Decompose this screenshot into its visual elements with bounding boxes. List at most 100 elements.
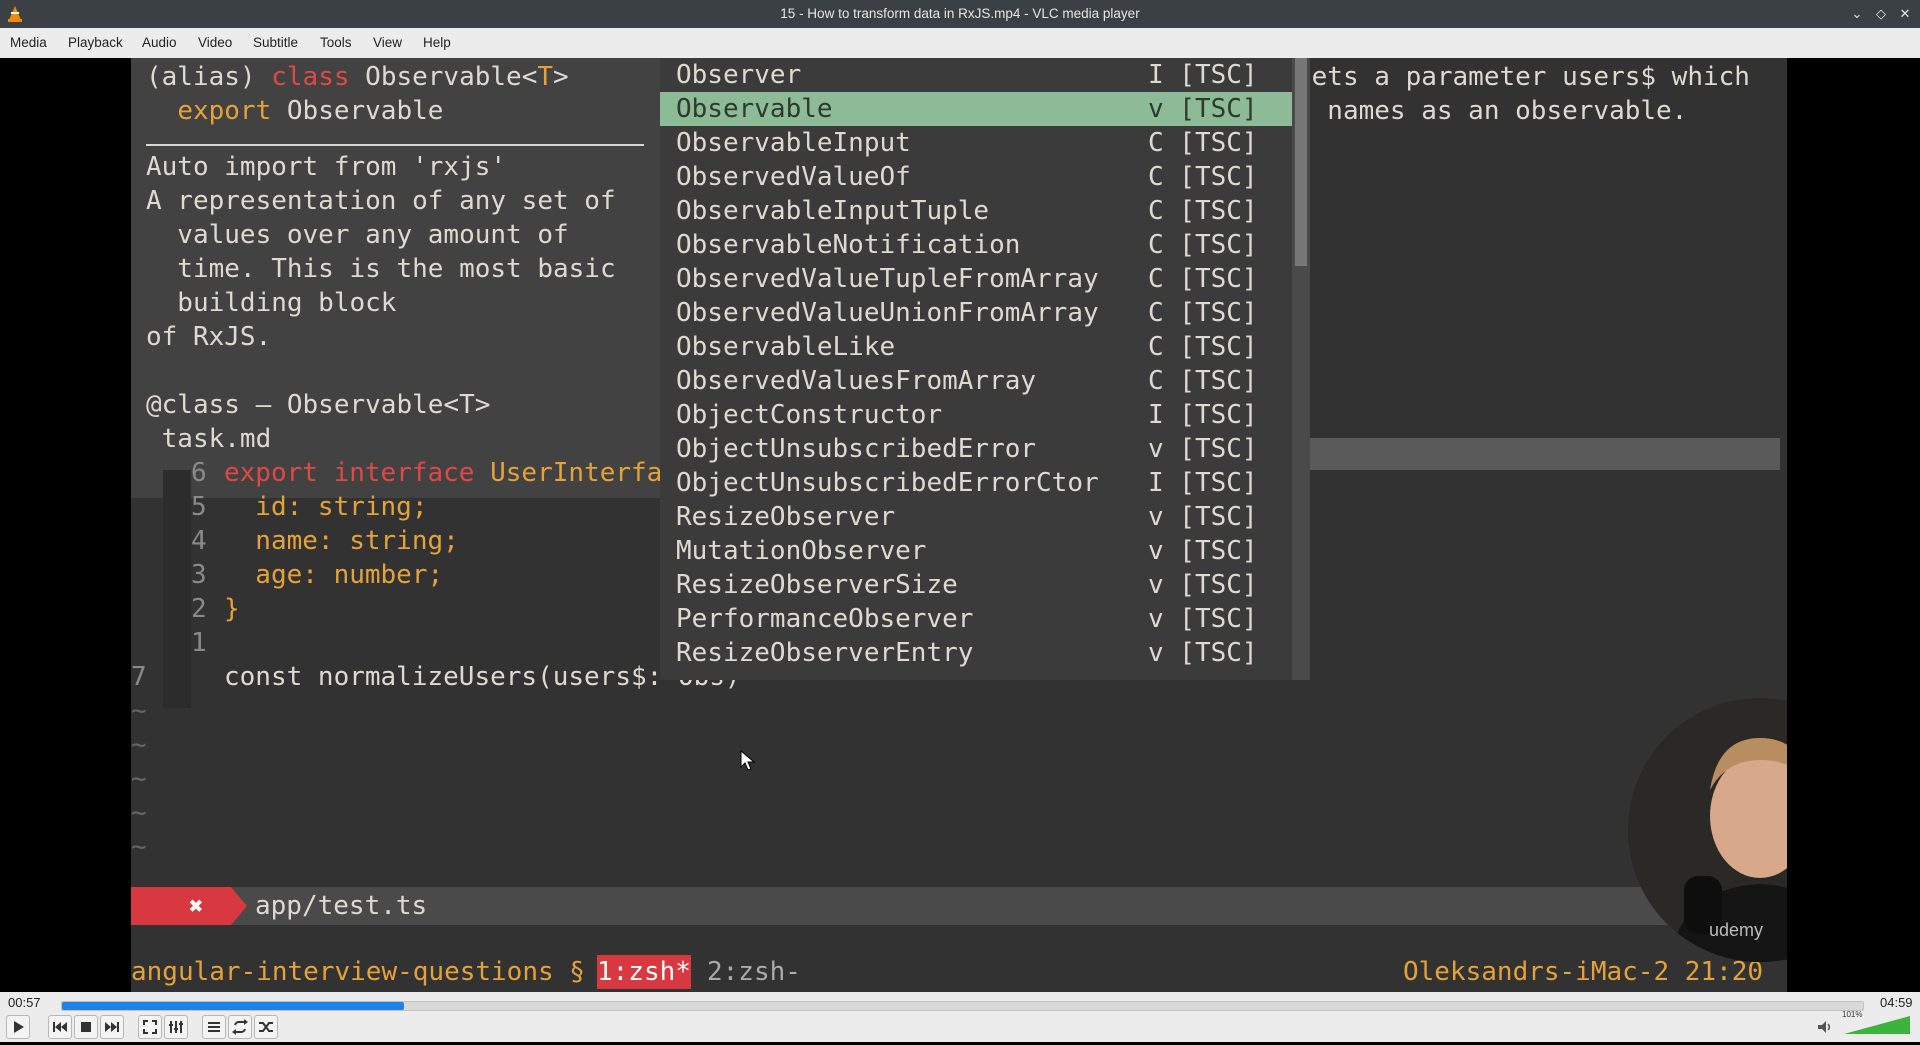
next-button[interactable] [100, 1015, 124, 1039]
completion-item-selected[interactable]: Observable v [TSC] [660, 92, 1292, 126]
completion-item[interactable]: ObservableNotification C [TSC] [660, 228, 1292, 262]
line-number: 3 [191, 560, 207, 590]
playlist-button[interactable] [202, 1015, 226, 1039]
player-controls: 00:57 04:59 101% [0, 992, 1920, 1042]
doc-desc-line: Auto import from 'rxjs' [146, 152, 507, 182]
completion-item[interactable]: ResizeObserverSize v [TSC] [660, 568, 1292, 602]
code-line: id: string; [224, 492, 428, 522]
code-line: } [224, 594, 240, 624]
stop-button[interactable] [74, 1015, 98, 1039]
window-titlebar: 15 - How to transform data in RxJS.mp4 -… [0, 0, 1920, 28]
doc-bracket: > [553, 62, 569, 92]
play-button[interactable] [6, 1015, 30, 1039]
line-number-gutter [163, 470, 191, 708]
menu-help[interactable]: Help [423, 35, 451, 50]
completion-item[interactable]: PerformanceObserver v [TSC] [660, 602, 1292, 636]
empty-line-tilde: ~ [131, 696, 147, 726]
menu-tools[interactable]: Tools [320, 35, 352, 50]
previous-button[interactable] [48, 1015, 72, 1039]
code-line: name: string; [224, 526, 459, 556]
fullscreen-button[interactable] [138, 1015, 162, 1039]
empty-line-tilde: ~ [131, 730, 147, 760]
total-time: 04:59 [1880, 995, 1913, 1010]
line-number: 4 [191, 526, 207, 556]
completion-item[interactable]: ResizeObserverEntry v [TSC] [660, 636, 1292, 670]
doc-desc-line: A representation of any set of [146, 186, 616, 216]
status-filename: app/test.ts [255, 891, 428, 921]
elapsed-time: 00:57 [8, 995, 41, 1010]
menu-media[interactable]: Media [10, 35, 47, 50]
minimize-button[interactable]: ⌄ [1848, 5, 1866, 23]
code-line: age: number; [224, 560, 444, 590]
error-icon: ✖ [189, 892, 204, 920]
playlist-icon [208, 1022, 220, 1032]
doc-export: export Observable [146, 94, 443, 128]
completion-item[interactable]: Observer I [TSC] [660, 58, 1292, 92]
doc-class-keyword: class [271, 62, 350, 92]
doc-desc-line: of RxJS. [146, 322, 272, 352]
equalizer-icon [169, 1021, 183, 1033]
completion-scroll-thumb[interactable] [1295, 58, 1307, 266]
doc-desc-line: values over any amount of [146, 220, 569, 250]
menu-video[interactable]: Video [198, 35, 232, 50]
interface-name: UserInterfa [474, 458, 663, 488]
maximize-button[interactable]: ◇ [1872, 5, 1890, 23]
line-number: 2 [191, 594, 207, 624]
completion-item[interactable]: ObjectUnsubscribedError v [TSC] [660, 432, 1292, 466]
doc-type-param: T [537, 62, 554, 92]
completion-item[interactable]: ObservedValuesFromArray C [TSC] [660, 364, 1292, 398]
tmux-window: 2:zsh- [707, 957, 801, 987]
completion-item[interactable]: ObservedValueUnionFromArray C [TSC] [660, 296, 1292, 330]
line-number: 6 [191, 458, 207, 488]
completion-item[interactable]: MutationObserver v [TSC] [660, 534, 1292, 568]
doc-export-keyword: export [177, 96, 272, 126]
doc-task-file: task.md [146, 424, 272, 454]
doc-indent [146, 96, 177, 126]
menu-subtitle[interactable]: Subtitle [253, 35, 298, 50]
volume-percent: 101% [1842, 1010, 1863, 1019]
empty-line-tilde: ~ [131, 832, 147, 862]
seek-bar[interactable] [61, 1001, 1864, 1011]
task-text-line: gets a parameter users$ which [1296, 62, 1750, 92]
loop-button[interactable] [228, 1015, 252, 1039]
extended-settings-button[interactable] [164, 1015, 188, 1039]
completion-item[interactable]: ObservableInput C [TSC] [660, 126, 1292, 160]
doc-alias: (alias) [146, 62, 272, 92]
task-text-line: f names as an observable. [1296, 96, 1688, 126]
doc-export-name: Observable [271, 96, 444, 126]
vim-statusline: ✖ app/test.ts t] [131, 887, 1787, 925]
doc-class-name: Observable< [349, 62, 538, 92]
empty-line-tilde: ~ [131, 764, 147, 794]
completion-item[interactable]: ObservedValueOf C [TSC] [660, 160, 1292, 194]
close-button[interactable]: ✕ [1896, 5, 1914, 23]
doc-desc-line: building block [146, 288, 397, 318]
menu-playback[interactable]: Playback [68, 35, 123, 50]
completion-popup[interactable]: Observer I [TSC] Observable v [TSC] Observ… [660, 58, 1310, 680]
keyword-interface: interface [317, 458, 475, 488]
completion-item[interactable]: ResizeObserver v [TSC] [660, 500, 1292, 534]
tmux-host-time: Oleksandrs-iMac-2 21:20 [1403, 957, 1764, 987]
mouse-pointer-icon [740, 750, 756, 771]
completion-item[interactable]: ObjectConstructor I [TSC] [660, 398, 1292, 432]
doc-class-tag: @class – Observable<T> [146, 390, 491, 420]
doc-desc-line: time. This is the most basic [146, 254, 616, 284]
volume-slider[interactable]: 101% [1842, 1010, 1912, 1036]
completion-scrollbar[interactable] [1292, 58, 1310, 680]
menu-view[interactable]: View [373, 35, 402, 50]
keyword-export: export [224, 458, 318, 488]
udemy-watermark: udemy [1709, 920, 1764, 940]
play-icon [14, 1021, 24, 1033]
shuffle-button[interactable] [254, 1015, 278, 1039]
completion-item[interactable]: ObservedValueTupleFromArray C [TSC] [660, 262, 1292, 296]
completion-item[interactable]: ObjectUnsubscribedErrorCtor I [TSC] [660, 466, 1292, 500]
completion-item[interactable]: ObservableInputTuple C [TSC] [660, 194, 1292, 228]
code-line: export interface UserInterfa [224, 456, 662, 490]
hover-documentation: (alias) class Observable<T> export Obser… [131, 58, 661, 498]
video-area[interactable]: (alias) class Observable<T> export Obser… [0, 58, 1920, 992]
completion-item[interactable]: ObservableLike C [TSC] [660, 330, 1292, 364]
next-icon [105, 1022, 119, 1032]
speaker-icon[interactable] [1816, 1018, 1834, 1036]
fullscreen-icon [143, 1020, 157, 1034]
menu-bar: Media Playback Audio Video Subtitle Tool… [0, 28, 1920, 59]
menu-audio[interactable]: Audio [142, 35, 177, 50]
